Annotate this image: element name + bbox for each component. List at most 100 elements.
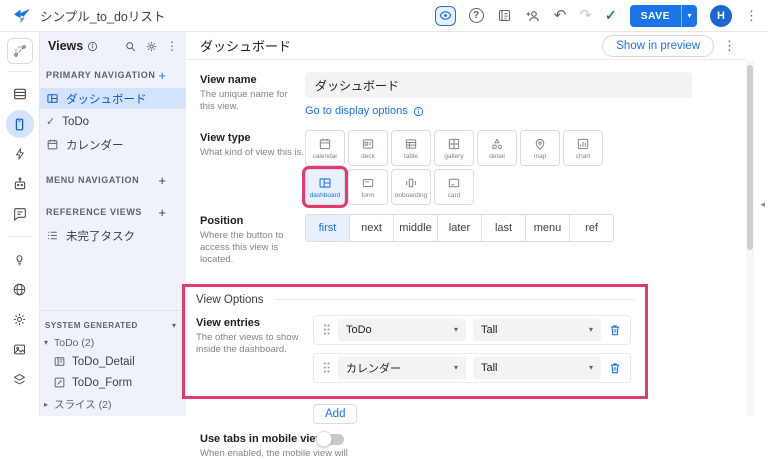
position-option-later[interactable]: later [437, 214, 482, 242]
main-scrollbar-track[interactable] [746, 60, 754, 416]
add-reference-view-button[interactable]: + [158, 205, 166, 220]
share-add-user-icon[interactable] [525, 8, 541, 24]
delete-entry-icon[interactable] [608, 323, 622, 337]
main-scrollbar-thumb[interactable] [747, 65, 753, 250]
entry-view-select[interactable]: ToDo▾ [338, 319, 466, 341]
dashboard-view-icon [46, 92, 59, 105]
chat-feedback-icon[interactable] [6, 200, 34, 228]
redo-icon: ↷ [579, 8, 592, 23]
drag-handle-icon[interactable] [322, 361, 331, 374]
entry-view-select[interactable]: カレンダー▾ [338, 357, 466, 379]
media-image-icon[interactable] [6, 335, 34, 363]
view-type-form[interactable]: form [348, 169, 388, 205]
sidebar-item-label: ToDo [62, 116, 89, 128]
reference-views-section: REFERENCE VIEWS + [40, 201, 186, 223]
position-option-next[interactable]: next [349, 214, 394, 242]
card-type-icon [447, 176, 461, 190]
view-type-chart[interactable]: chart [563, 130, 603, 166]
mobile-tabs-label: Use tabs in mobile view [200, 431, 746, 445]
versions-layers-icon[interactable] [6, 365, 34, 393]
user-avatar[interactable]: H [710, 5, 732, 27]
view-type-map[interactable]: map [520, 130, 560, 166]
caret-down-icon[interactable]: ▾ [44, 338, 51, 347]
delete-entry-icon[interactable] [608, 361, 622, 375]
system-group-todo[interactable]: ▾ ToDo (2) [40, 334, 186, 351]
mobile-tabs-desc: When enabled, the mobile view will [200, 448, 746, 460]
view-type-desc: What kind of view this is. [200, 147, 305, 159]
position-option-ref[interactable]: ref [569, 214, 614, 242]
chevron-down-icon[interactable]: ▾ [172, 321, 176, 330]
view-type-gallery[interactable]: gallery [434, 130, 474, 166]
view-more-menu-icon[interactable]: ⋮ [723, 38, 736, 54]
save-button[interactable]: SAVE ▾ [630, 5, 697, 27]
system-group-slices[interactable]: ▸ スライス (2) [40, 396, 186, 413]
view-entry-row: ToDo▾ Tall▾ [313, 315, 631, 345]
topbar-more-menu-icon[interactable]: ⋮ [745, 8, 758, 24]
panel-collapse-arrow-icon[interactable]: ◂ [760, 199, 765, 210]
position-option-middle[interactable]: middle [393, 214, 438, 242]
show-in-preview-button[interactable]: Show in preview [602, 35, 714, 57]
entry-size-select[interactable]: Tall▾ [473, 319, 601, 341]
view-type-row: View type What kind of view this is. cal… [186, 130, 746, 205]
form-type-icon [361, 176, 375, 190]
map-type-icon [533, 137, 547, 151]
panel-gear-icon[interactable] [145, 40, 158, 53]
sidebar-item-todo-form[interactable]: ToDo_Form [40, 372, 186, 393]
help-icon[interactable]: ? [469, 8, 484, 23]
view-entries-desc: The other views to show inside the dashb… [196, 332, 305, 356]
caret-right-icon[interactable]: ▸ [44, 400, 51, 409]
bot-icon[interactable] [6, 170, 34, 198]
view-options-title: View Options [196, 294, 264, 306]
menu-navigation-label: MENU NAVIGATION [46, 175, 139, 185]
view-type-card[interactable]: card [434, 169, 474, 205]
panel-more-menu-icon[interactable]: ⋮ [166, 39, 178, 53]
view-name-input[interactable] [305, 72, 692, 98]
sidebar-item-incomplete-tasks[interactable]: 未完了タスク [40, 225, 186, 246]
add-entry-button[interactable]: Add [313, 404, 357, 424]
add-menu-view-button[interactable]: + [158, 173, 166, 188]
automation-bolt-icon[interactable] [6, 140, 34, 168]
entry-size-select[interactable]: Tall▾ [473, 357, 601, 379]
mobile-tabs-row: Use tabs in mobile view When enabled, th… [186, 431, 746, 460]
whats-new-icon[interactable] [497, 8, 512, 23]
sidebar-item-calendar[interactable]: カレンダー [40, 134, 186, 155]
go-to-display-options-link[interactable]: Go to display options [305, 105, 746, 117]
view-type-dashboard[interactable]: dashboard [305, 169, 345, 205]
position-option-first[interactable]: first [305, 214, 350, 242]
view-name-row: View name The unique name for this view.… [186, 72, 746, 117]
left-icon-rail [0, 32, 40, 416]
rail-divider [8, 71, 32, 72]
add-primary-view-button[interactable]: + [158, 68, 166, 83]
undo-icon[interactable]: ↶ [554, 8, 567, 23]
idea-lightbulb-icon[interactable] [6, 245, 34, 273]
mobile-tabs-toggle[interactable] [318, 434, 344, 445]
position-option-last[interactable]: last [481, 214, 526, 242]
sidebar-item-todo[interactable]: ✓ ToDo [40, 111, 186, 132]
display-options-link-label[interactable]: Go to display options [305, 105, 408, 117]
settings-gear-icon[interactable] [6, 305, 34, 333]
detail-view-icon [53, 355, 66, 368]
search-icon[interactable] [124, 40, 137, 53]
sidebar-item-dashboard[interactable]: ダッシュボード [40, 88, 186, 109]
data-connections-icon[interactable] [7, 38, 33, 64]
save-dropdown-arrow-icon[interactable]: ▾ [681, 5, 697, 27]
save-button-label[interactable]: SAVE [630, 5, 681, 27]
view-entries-list: ToDo▾ Tall▾ カレンダー▾ [313, 315, 631, 383]
info-icon[interactable] [87, 41, 98, 52]
panel-title: Views [48, 39, 83, 53]
system-generated-header[interactable]: SYSTEM GENERATED ▾ [40, 316, 186, 334]
chart-type-icon [576, 137, 590, 151]
preview-toggle-icon[interactable] [435, 6, 456, 26]
sidebar-item-todo-detail[interactable]: ToDo_Detail [40, 351, 186, 372]
data-tables-icon[interactable] [6, 80, 34, 108]
globe-icon[interactable] [6, 275, 34, 303]
view-name-label: View name [200, 72, 305, 86]
position-option-menu[interactable]: menu [525, 214, 570, 242]
drag-handle-icon[interactable] [322, 323, 331, 336]
view-type-calendar[interactable]: calendar [305, 130, 345, 166]
view-type-onboarding[interactable]: onboarding [391, 169, 431, 205]
view-type-table[interactable]: table [391, 130, 431, 166]
view-type-detail[interactable]: detail [477, 130, 517, 166]
view-type-deck[interactable]: deck [348, 130, 388, 166]
app-views-icon[interactable] [6, 110, 34, 138]
